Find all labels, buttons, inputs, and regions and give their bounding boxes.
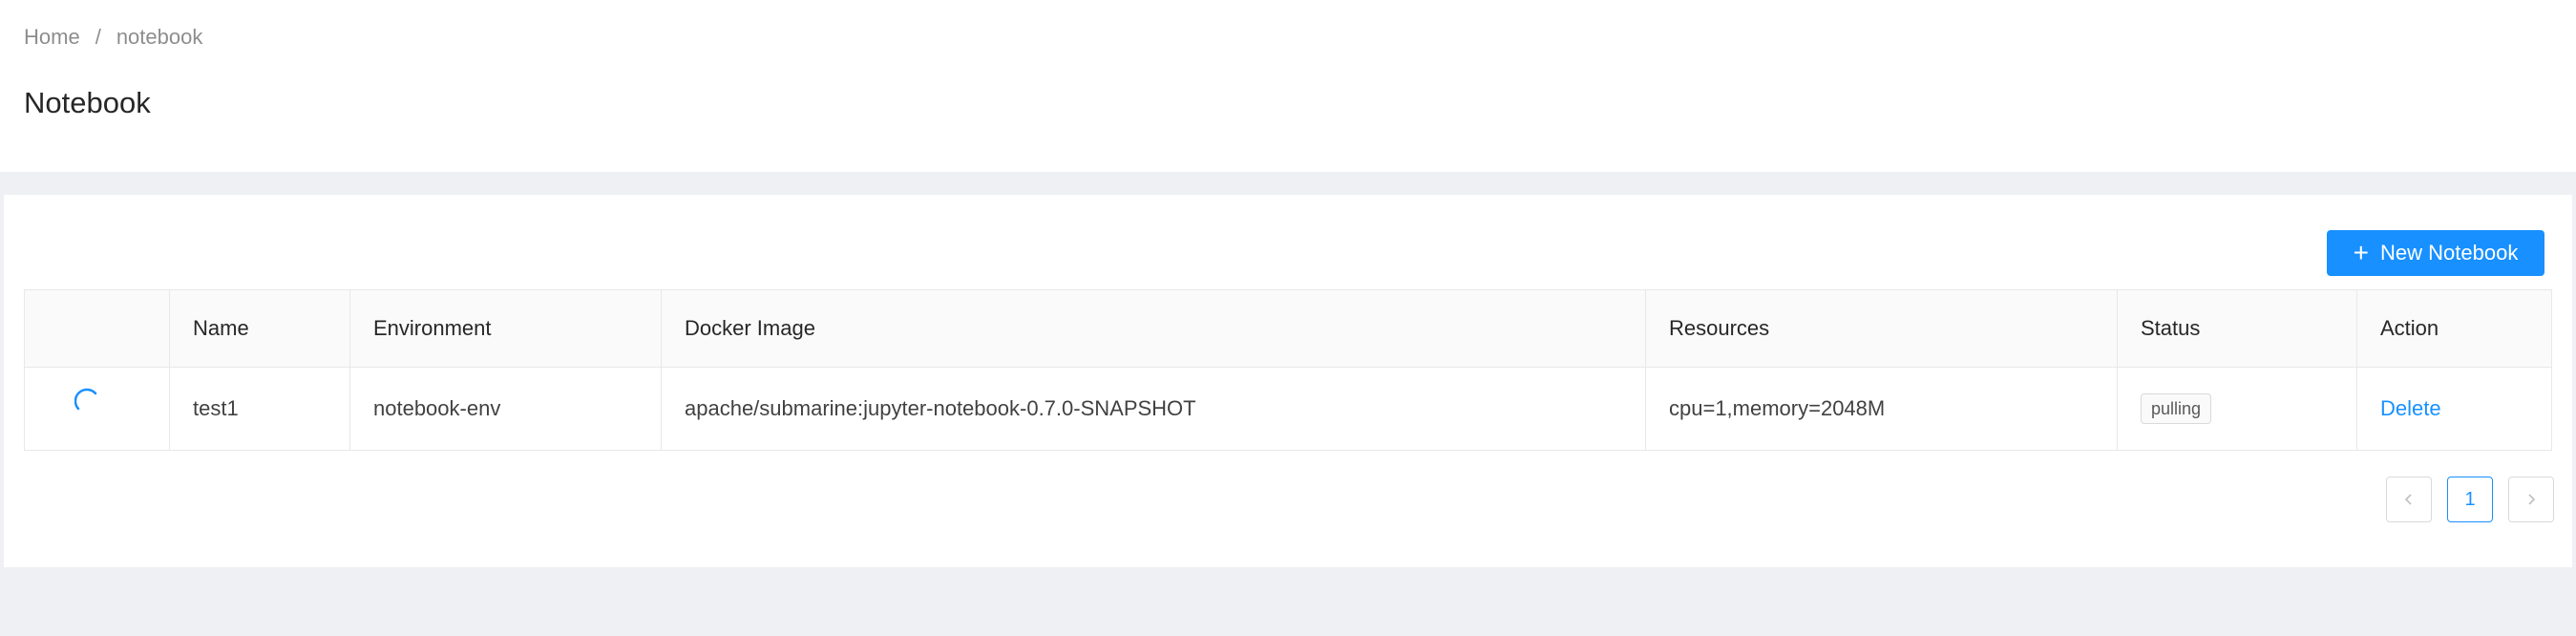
notebook-table: Name Environment Docker Image Resources … — [24, 289, 2552, 451]
breadcrumb-home[interactable]: Home — [24, 25, 80, 49]
breadcrumb-separator: / — [95, 25, 101, 49]
cell-action: Delete — [2357, 368, 2551, 450]
cell-docker-image: apache/submarine:jupyter-notebook-0.7.0-… — [662, 368, 1646, 450]
column-header-docker-image: Docker Image — [662, 290, 1646, 367]
column-header-status-indicator — [25, 290, 170, 367]
pagination-prev-button[interactable] — [2386, 477, 2432, 522]
breadcrumb-current: notebook — [116, 25, 203, 49]
column-header-resources: Resources — [1646, 290, 2118, 367]
new-notebook-button[interactable]: + New Notebook — [2327, 230, 2544, 276]
cell-environment: notebook-env — [350, 368, 662, 450]
cell-name: test1 — [170, 368, 350, 450]
row-status-indicator — [25, 368, 170, 450]
page-header: Home / notebook Notebook — [0, 0, 2576, 172]
column-header-action: Action — [2380, 316, 2439, 340]
notebook-card: + New Notebook Name Environment Docker I… — [4, 195, 2572, 567]
chevron-right-icon — [2528, 494, 2536, 505]
pagination-next-button[interactable] — [2508, 477, 2554, 522]
cell-resources: cpu=1,memory=2048M — [1646, 368, 2118, 450]
page-title: Notebook — [24, 86, 151, 119]
breadcrumb: Home / notebook — [24, 25, 202, 50]
column-header-name: Name — [170, 290, 350, 367]
cell-status: pulling — [2118, 368, 2357, 450]
column-header-status: Status — [2118, 290, 2357, 367]
plus-icon: + — [2353, 238, 2370, 267]
column-header-environment: Environment — [350, 290, 662, 367]
chevron-left-icon — [2404, 494, 2412, 505]
delete-link[interactable]: Delete — [2380, 396, 2441, 421]
pagination: 1 — [2386, 477, 2554, 522]
new-notebook-label: New Notebook — [2380, 241, 2519, 265]
spinner-icon — [74, 388, 96, 411]
status-badge: pulling — [2141, 393, 2212, 424]
table-header-row: Name Environment Docker Image Resources … — [25, 290, 2551, 368]
table-row: test1 notebook-env apache/submarine:jupy… — [25, 368, 2551, 450]
pagination-page-1[interactable]: 1 — [2447, 477, 2493, 522]
